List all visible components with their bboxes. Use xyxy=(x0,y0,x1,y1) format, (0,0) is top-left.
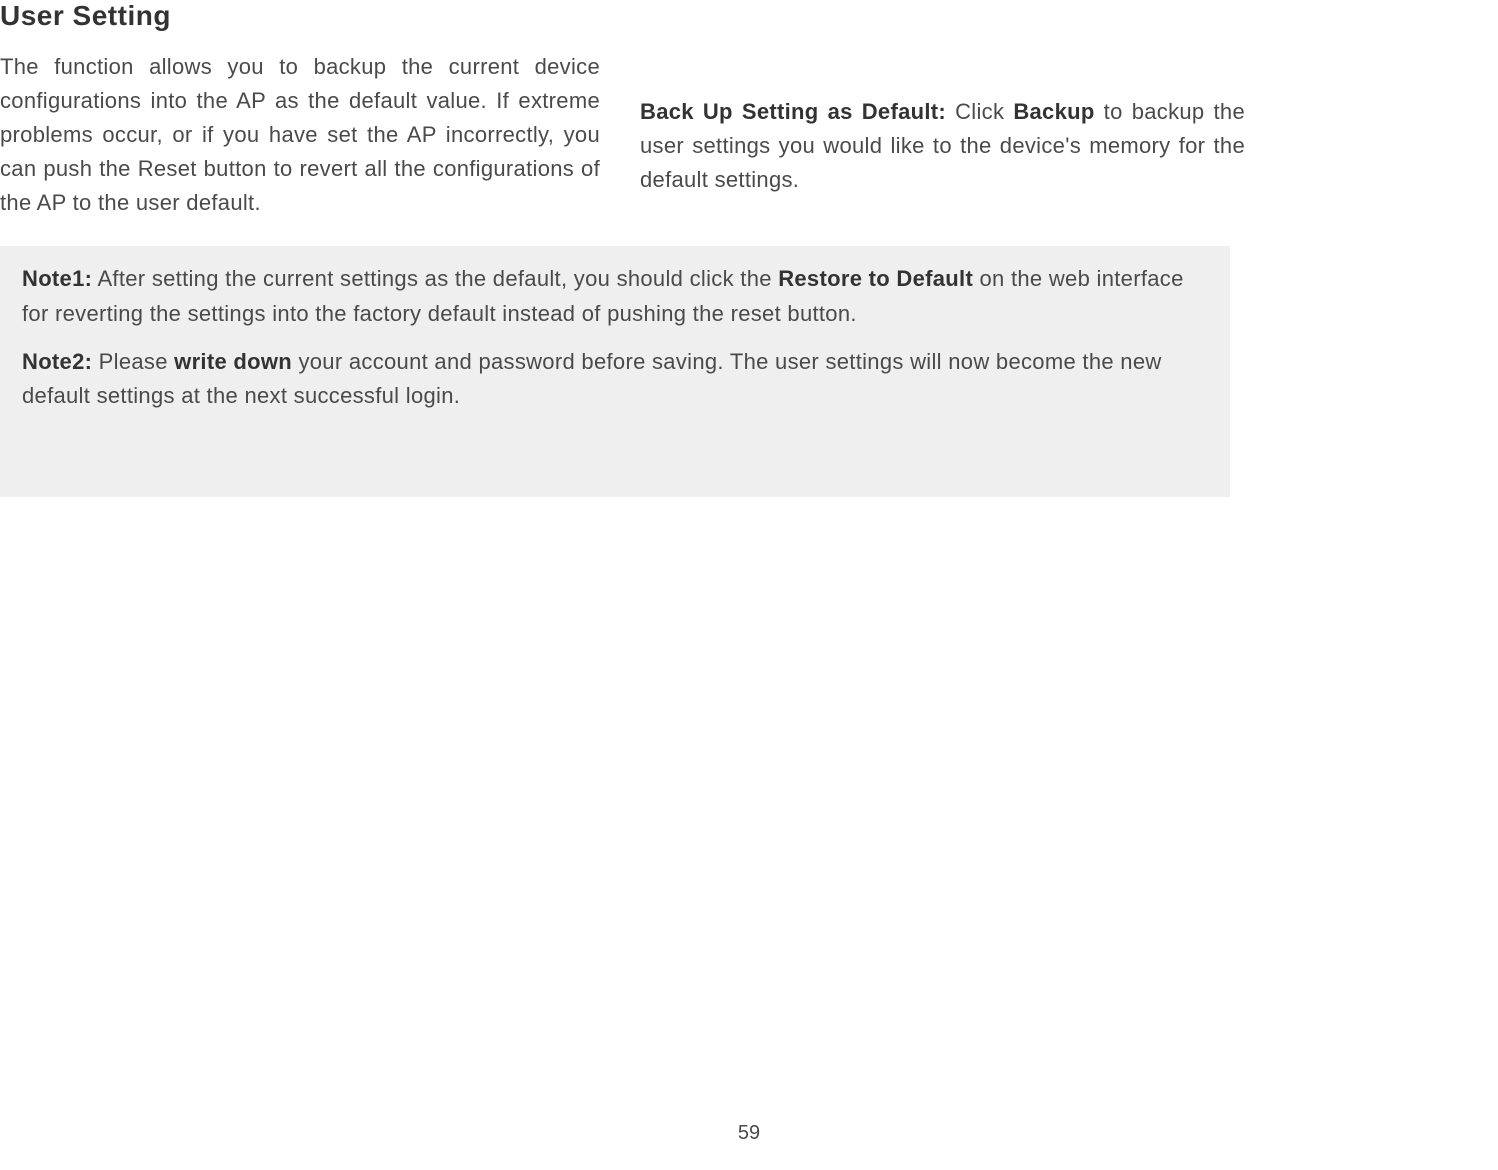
backup-bold-word: Backup xyxy=(1013,99,1094,124)
note1-label: Note1: xyxy=(22,266,92,291)
note1-bold-phrase: Restore to Default xyxy=(778,266,973,291)
backup-setting-label: Back Up Setting as Default: xyxy=(640,99,946,124)
note2-label: Note2: xyxy=(22,349,92,374)
page-number: 59 xyxy=(0,1122,1498,1145)
note2-paragraph: Note2: Please write down your account an… xyxy=(22,345,1208,413)
note2-bold-phrase: write down xyxy=(174,349,292,374)
note1-prefix: After setting the current settings as th… xyxy=(92,266,778,291)
note2-prefix: Please xyxy=(92,349,174,374)
left-column-text: The function allows you to backup the cu… xyxy=(0,54,600,215)
right-text-prefix: Click xyxy=(946,99,1013,124)
right-column: Back Up Setting as Default: Click Backup… xyxy=(640,95,1245,220)
page-title: User Setting xyxy=(0,0,1498,50)
left-column: The function allows you to backup the cu… xyxy=(0,50,600,220)
content-columns: The function allows you to backup the cu… xyxy=(0,50,1498,238)
notes-box: Note1: After setting the current setting… xyxy=(0,246,1230,496)
note1-paragraph: Note1: After setting the current setting… xyxy=(22,262,1208,330)
